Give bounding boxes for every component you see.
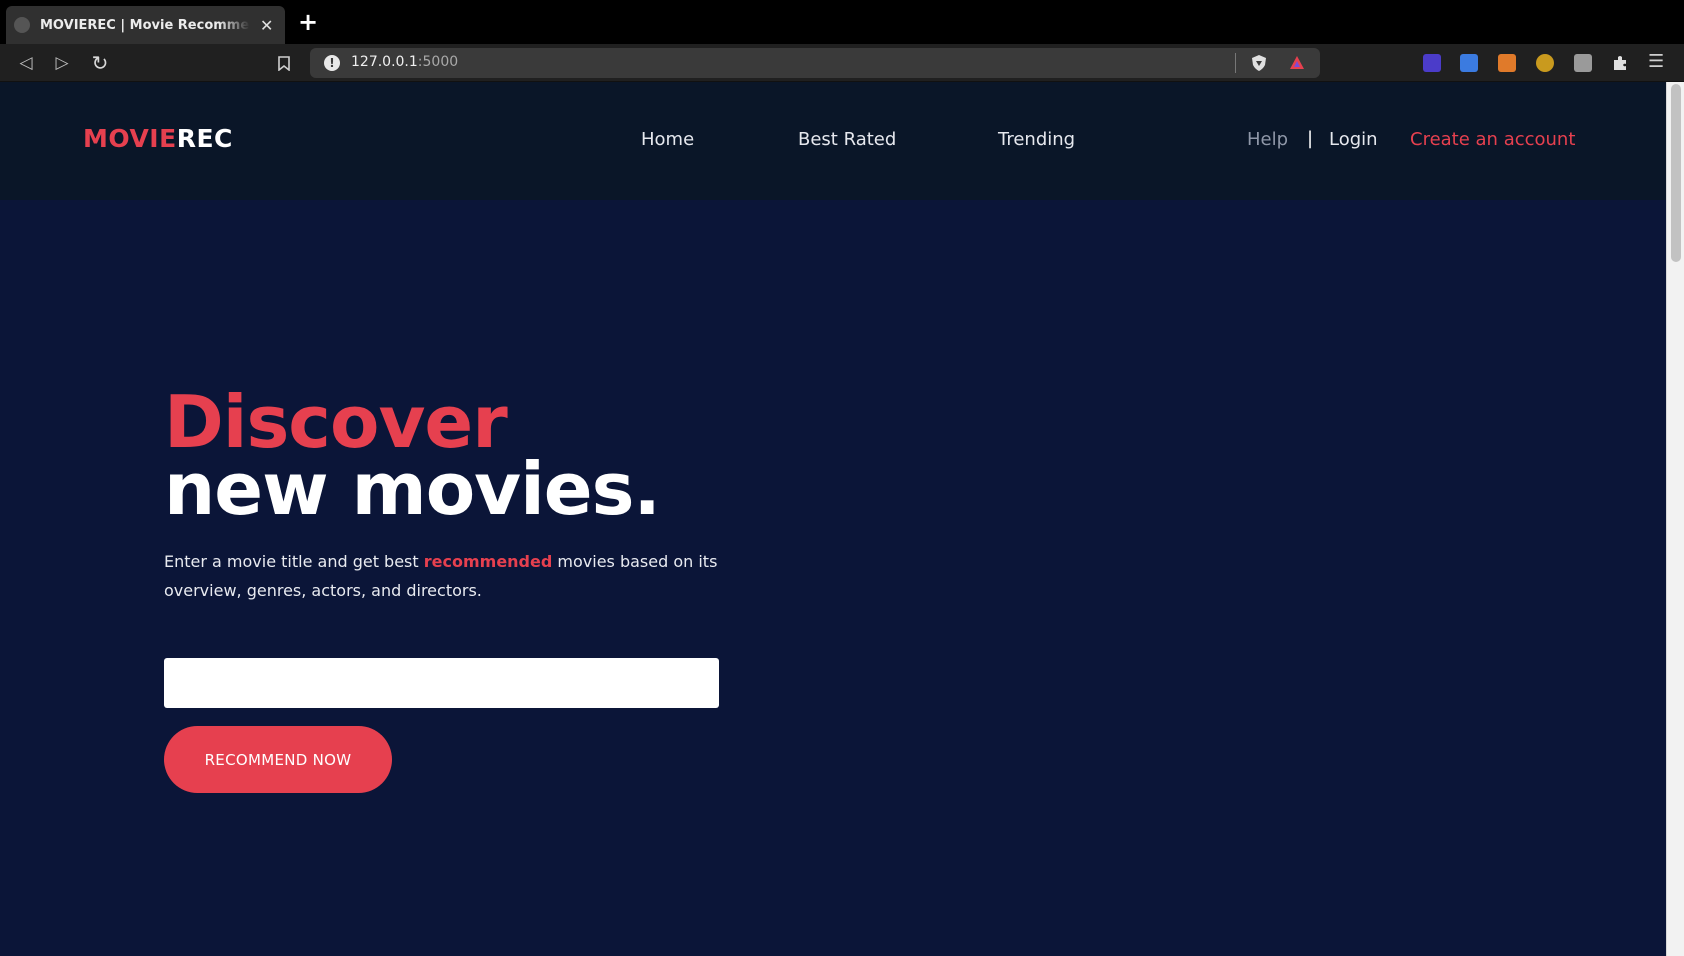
browser-tab[interactable]: MOVIEREC | Movie Recommendation ✕	[6, 6, 285, 44]
back-icon[interactable]: ◁	[12, 49, 40, 77]
new-tab-button[interactable]: +	[298, 10, 318, 34]
brave-shield-icon[interactable]	[1250, 54, 1268, 72]
url-text[interactable]: 127.0.0.1:5000	[351, 54, 458, 70]
browser-toolbar: ◁ ▷ ↻ ! 127.0.0.1:5000 ☰	[0, 44, 1684, 82]
hero-title-new-movies: new movies.	[164, 447, 661, 531]
hero-description: Enter a movie title and get best recomme…	[164, 547, 744, 605]
screenshot-icon[interactable]	[1574, 54, 1592, 72]
metamask-icon[interactable]	[1498, 54, 1516, 72]
movie-search-input[interactable]	[164, 658, 719, 708]
browser-window: MOVIEREC | Movie Recommendation ✕ + ◁ ▷ …	[0, 0, 1684, 956]
menu-icon[interactable]: ☰	[1648, 51, 1664, 72]
logo-part-movie: MOVIE	[83, 124, 177, 153]
address-divider	[1235, 53, 1236, 73]
address-bar[interactable]: ! 127.0.0.1:5000	[310, 48, 1320, 78]
recommend-now-button[interactable]: RECOMMEND NOW	[164, 726, 392, 793]
hero-text-highlight: recommended	[423, 552, 553, 571]
site-info-icon[interactable]: !	[324, 55, 340, 71]
forward-icon[interactable]: ▷	[48, 49, 76, 77]
help-link[interactable]: Help	[1247, 129, 1288, 150]
logo-part-rec: REC	[176, 124, 233, 153]
bookmark-icon[interactable]	[270, 49, 298, 77]
crypto-icon[interactable]	[1536, 54, 1554, 72]
url-host: 127.0.0.1	[351, 54, 418, 70]
url-port: :5000	[417, 54, 459, 70]
reload-icon[interactable]: ↻	[86, 49, 114, 77]
puzzle-icon[interactable]	[1611, 54, 1629, 72]
nav-trending-link[interactable]: Trending	[998, 129, 1075, 150]
nav-best-rated-link[interactable]: Best Rated	[798, 129, 896, 150]
close-tab-icon[interactable]: ✕	[260, 16, 273, 35]
globe-icon	[14, 17, 30, 33]
translate-icon[interactable]	[1460, 54, 1478, 72]
extension-icon[interactable]	[1423, 54, 1441, 72]
create-account-link[interactable]: Create an account	[1410, 129, 1575, 150]
page-viewport: MOVIEREC Home Best Rated Trending Help |…	[0, 82, 1684, 956]
site-logo[interactable]: MOVIEREC	[83, 124, 233, 153]
rewards-icon[interactable]	[1288, 54, 1306, 72]
nav-separator: |	[1307, 128, 1314, 149]
tab-title: MOVIEREC | Movie Recommendation	[40, 17, 250, 33]
nav-home-link[interactable]: Home	[641, 129, 694, 150]
login-link[interactable]: Login	[1329, 129, 1378, 150]
hero-text-start: Enter a movie title and get best	[164, 552, 424, 571]
page-scrollbar[interactable]	[1666, 82, 1684, 956]
tab-strip: MOVIEREC | Movie Recommendation ✕ +	[0, 0, 1684, 44]
scrollbar-thumb[interactable]	[1671, 84, 1681, 262]
site-navbar: MOVIEREC Home Best Rated Trending Help |…	[0, 82, 1666, 200]
